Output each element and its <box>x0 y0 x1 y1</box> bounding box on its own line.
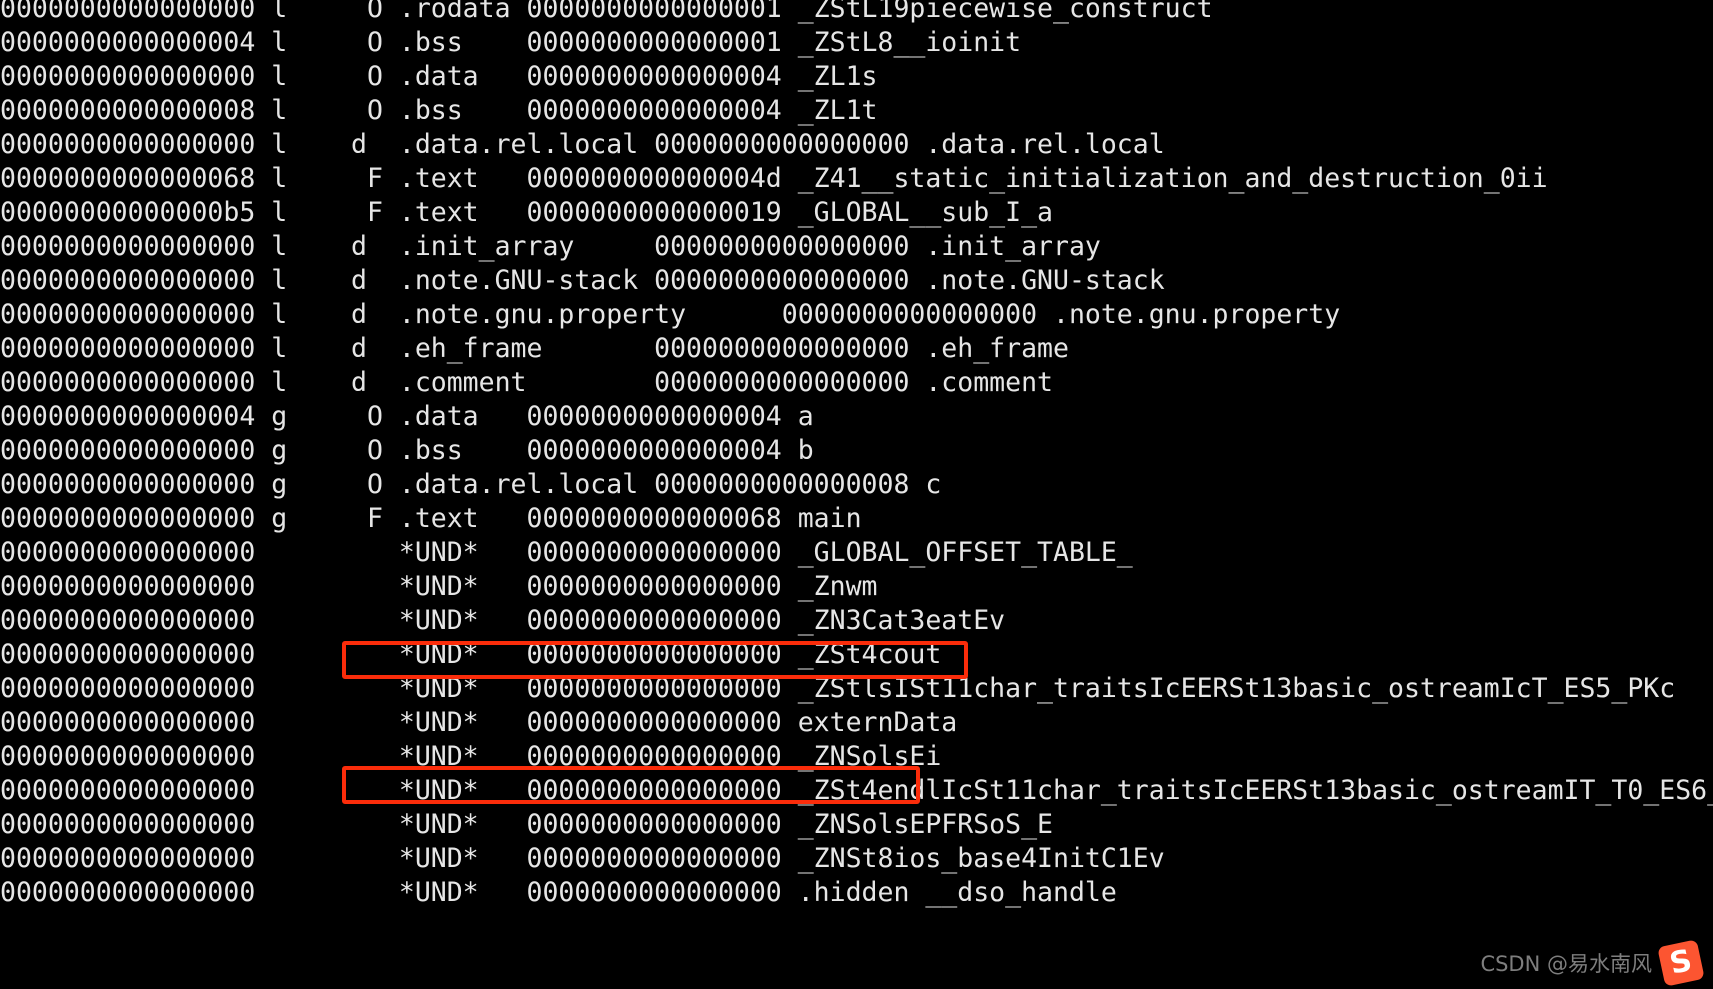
symbol-table-row: 0000000000000008 l O .bss 00000000000000… <box>0 95 878 126</box>
symbol-table-row: 0000000000000000 l d .data.rel.local 000… <box>0 129 1165 160</box>
symbol-table-row: 0000000000000000 g F .text 0000000000000… <box>0 503 862 534</box>
symbol-table-row: 0000000000000000 l d .comment 0000000000… <box>0 367 1053 398</box>
symbol-table-row: 0000000000000004 g O .data 0000000000000… <box>0 401 814 432</box>
symbol-table-row: 0000000000000000 l O .data 0000000000000… <box>0 61 878 92</box>
symbol-table-row: 0000000000000000 *UND* 0000000000000000 … <box>0 843 1165 874</box>
symbol-table-row: 0000000000000068 l F .text 0000000000000… <box>0 163 1548 194</box>
symbol-table-row: 0000000000000000 g O .data.rel.local 000… <box>0 469 942 500</box>
symbol-table-row: 0000000000000000 l d .init_array 0000000… <box>0 231 1101 262</box>
symbol-table-row: 0000000000000000 *UND* 0000000000000000 … <box>0 775 1713 806</box>
symbol-table-row: 0000000000000000 *UND* 0000000000000000 … <box>0 741 942 772</box>
terminal-window[interactable]: 0000000000000000 l O .rodata 00000000000… <box>0 0 1713 989</box>
symbol-table-row: 0000000000000000 *UND* 0000000000000000 … <box>0 605 1006 636</box>
watermark: CSDN @易水南风 <box>1480 939 1705 987</box>
watermark-text: CSDN @易水南风 <box>1480 952 1652 976</box>
symbol-table-row: 00000000000000b5 l F .text 0000000000000… <box>0 197 1053 228</box>
symbol-table-row: 0000000000000000 *UND* 0000000000000000 … <box>0 809 1053 840</box>
symbol-table-row: 0000000000000000 *UND* 0000000000000000 … <box>0 639 942 670</box>
symbol-table-row: 0000000000000000 *UND* 0000000000000000 … <box>0 571 878 602</box>
symbol-table-row: 0000000000000000 l d .note.gnu.property … <box>0 299 1341 330</box>
symbol-table-row: 0000000000000000 l O .rodata 00000000000… <box>0 0 1213 24</box>
symbol-table-row: 0000000000000004 l O .bss 00000000000000… <box>0 27 1022 58</box>
symbol-table-row: 0000000000000000 l d .note.GNU-stack 000… <box>0 265 1165 296</box>
symbol-table-row: 0000000000000000 *UND* 0000000000000000 … <box>0 877 1117 908</box>
symbol-table-row: 0000000000000000 l d .eh_frame 000000000… <box>0 333 1069 364</box>
symbol-table-row: 0000000000000000 *UND* 0000000000000000 … <box>0 707 958 738</box>
csdn-logo-icon <box>1657 939 1705 987</box>
symbol-table-row: 0000000000000000 *UND* 0000000000000000 … <box>0 537 1133 568</box>
symbol-table-row: 0000000000000000 *UND* 0000000000000000 … <box>0 673 1676 704</box>
symbol-table-output: 0000000000000000 l O .rodata 00000000000… <box>0 0 1713 910</box>
symbol-table-row: 0000000000000000 g O .bss 00000000000000… <box>0 435 814 466</box>
